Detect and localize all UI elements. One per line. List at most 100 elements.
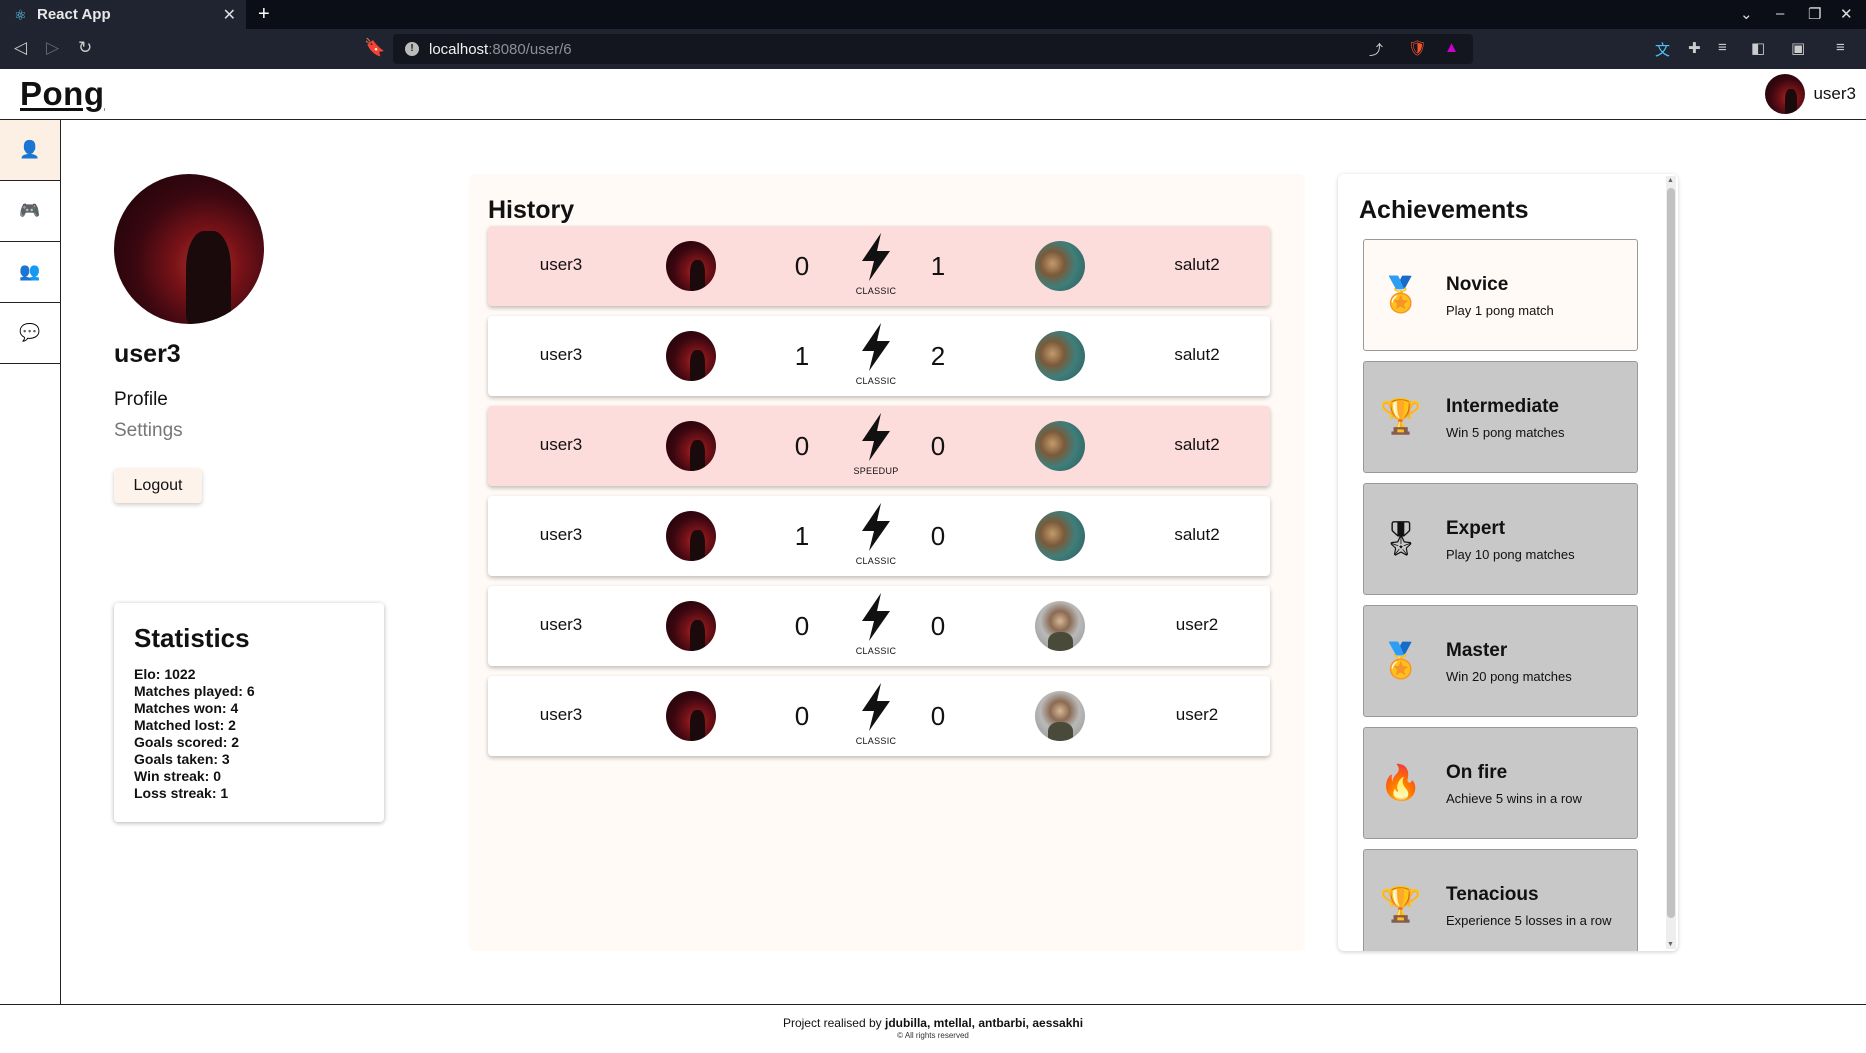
- playlist-icon[interactable]: ≡: [1718, 39, 1727, 56]
- player2-avatar[interactable]: [1035, 421, 1085, 471]
- achievement-title: On fire: [1446, 762, 1508, 783]
- player2-avatar[interactable]: [1035, 601, 1085, 651]
- maximize-icon[interactable]: ❐: [1808, 5, 1821, 23]
- player1-name[interactable]: user3: [501, 615, 621, 635]
- stat-goals-scored: Goals scored: 2: [134, 734, 240, 750]
- sidebar-toggle-icon[interactable]: ◧: [1751, 39, 1765, 57]
- achievement-title: Expert: [1446, 518, 1506, 539]
- chevron-down-icon[interactable]: ⌄: [1740, 5, 1753, 23]
- player1-name[interactable]: user3: [501, 525, 621, 545]
- player2-score: 0: [930, 431, 946, 461]
- header-username[interactable]: user3: [1813, 84, 1856, 104]
- player2-name[interactable]: salut2: [1137, 435, 1257, 455]
- stat-elo: Elo: 1022: [134, 666, 196, 682]
- wallet-icon[interactable]: ▣: [1791, 39, 1805, 57]
- browser-tab-bar: ⚛ React App ✕ + ⌄ – ❐ ✕: [0, 0, 1866, 29]
- extensions-icon[interactable]: ✚: [1688, 39, 1701, 57]
- sidebar-item-friends[interactable]: 👥: [0, 242, 60, 303]
- stat-matches-lost: Matched lost: 2: [134, 717, 236, 733]
- player1-avatar[interactable]: [666, 601, 716, 651]
- match-row: user3 1 CLASSIC 2 salut2: [488, 316, 1270, 396]
- tab-close-icon[interactable]: ✕: [223, 5, 236, 25]
- player2-name[interactable]: salut2: [1137, 345, 1257, 365]
- header-user-menu[interactable]: user3: [1765, 74, 1856, 114]
- player2-name[interactable]: user2: [1137, 615, 1257, 635]
- achievements-title: Achievements: [1359, 196, 1529, 224]
- forward-icon[interactable]: ▷: [46, 38, 59, 58]
- player1-score: 0: [794, 431, 810, 461]
- brave-rewards-icon[interactable]: ▲: [1444, 39, 1459, 56]
- sidebar-item-game[interactable]: 🎮: [0, 181, 60, 242]
- app-logo[interactable]: Pong: [20, 75, 104, 113]
- achievement-description: Achieve 5 wins in a row: [1446, 791, 1582, 806]
- sidebar-item-profile[interactable]: 👤: [0, 120, 60, 181]
- statistics-card: Statistics Elo: 1022 Matches played: 6 M…: [114, 603, 384, 822]
- player1-avatar[interactable]: [666, 241, 716, 291]
- reload-icon[interactable]: ↻: [78, 38, 92, 58]
- share-icon[interactable]: ⤴: [1369, 40, 1383, 60]
- app-header: Pong user3: [0, 69, 1866, 120]
- avatar[interactable]: [1765, 74, 1806, 114]
- new-tab-button[interactable]: +: [258, 3, 270, 26]
- game-mode-label: SPEEDUP: [853, 466, 899, 476]
- player2-name[interactable]: salut2: [1137, 255, 1257, 275]
- address-bar[interactable]: ! localhost:8080/user/6 ⤴ 🛡 ▲: [393, 34, 1473, 64]
- player1-avatar[interactable]: [666, 421, 716, 471]
- stat-matches-won: Matches won: 4: [134, 700, 239, 716]
- back-icon[interactable]: ◁: [14, 38, 27, 58]
- player1-avatar[interactable]: [666, 511, 716, 561]
- player1-name[interactable]: user3: [501, 705, 621, 725]
- brave-shield-icon[interactable]: 🛡: [1408, 39, 1427, 57]
- player1-name[interactable]: user3: [501, 255, 621, 275]
- player1-avatar[interactable]: [666, 331, 716, 381]
- achievement-title: Master: [1446, 640, 1508, 661]
- footer: Project realised by jdubilla, mtellal, a…: [0, 1004, 1866, 1053]
- translate-icon[interactable]: 文: [1655, 39, 1670, 60]
- achievement-title: Novice: [1446, 274, 1509, 295]
- match-row: user3 0 CLASSIC 0 user2: [488, 676, 1270, 756]
- player1-score: 0: [794, 251, 810, 281]
- game-mode-label: CLASSIC: [855, 556, 897, 566]
- player1-name[interactable]: user3: [501, 435, 621, 455]
- react-icon: ⚛: [14, 6, 27, 23]
- stat-goals-taken: Goals taken: 3: [134, 751, 230, 767]
- player2-avatar[interactable]: [1035, 511, 1085, 561]
- logout-button[interactable]: Logout: [114, 468, 202, 503]
- achievement-description: Win 5 pong matches: [1446, 425, 1565, 440]
- player2-avatar[interactable]: [1035, 241, 1085, 291]
- player2-name[interactable]: salut2: [1137, 525, 1257, 545]
- player2-avatar[interactable]: [1035, 691, 1085, 741]
- podium-icon: 🏆: [1379, 886, 1423, 924]
- stat-loss-streak: Loss streak: 1: [134, 785, 229, 801]
- achievement-description: Win 20 pong matches: [1446, 669, 1572, 684]
- stat-matches-played: Matches played: 6: [134, 683, 255, 699]
- sidebar-item-chat[interactable]: 💬: [0, 303, 60, 364]
- info-icon[interactable]: !: [405, 42, 419, 56]
- match-row: user3 0 CLASSIC 0 user2: [488, 586, 1270, 666]
- browser-tab[interactable]: ⚛ React App ✕: [0, 0, 246, 29]
- menu-icon[interactable]: ≡: [1836, 39, 1845, 56]
- achievement-card: 🏆 Intermediate Win 5 pong matches: [1363, 361, 1638, 473]
- scrollbar-thumb[interactable]: [1667, 188, 1675, 918]
- achievement-card: 🏆 Tenacious Experience 5 losses in a row: [1363, 849, 1638, 951]
- profile-avatar: [114, 174, 264, 324]
- lightning-icon: [862, 503, 890, 551]
- player1-avatar[interactable]: [666, 691, 716, 741]
- scroll-down-icon[interactable]: ▼: [1667, 941, 1674, 948]
- lightning-icon: [862, 683, 890, 731]
- game-mode-label: CLASSIC: [855, 736, 897, 746]
- player2-score: 0: [930, 611, 946, 641]
- game-mode-label: CLASSIC: [855, 646, 897, 656]
- player2-name[interactable]: user2: [1137, 705, 1257, 725]
- bookmark-icon[interactable]: 🔖: [364, 38, 385, 58]
- history-panel: History user3 0 CLASSIC 1 salut2 user3 1 CLASSI…: [469, 174, 1305, 951]
- scroll-up-icon[interactable]: ▲: [1667, 177, 1674, 184]
- player2-avatar[interactable]: [1035, 331, 1085, 381]
- achievements-scrollbar[interactable]: ▲ ▼: [1666, 176, 1676, 949]
- minimize-icon[interactable]: –: [1776, 5, 1784, 22]
- window-close-icon[interactable]: ✕: [1840, 5, 1853, 23]
- player1-name[interactable]: user3: [501, 345, 621, 365]
- sidebar-nav: 👤 🎮 👥 💬: [0, 120, 61, 1005]
- settings-link[interactable]: Settings: [114, 420, 183, 442]
- profile-link[interactable]: Profile: [114, 389, 168, 411]
